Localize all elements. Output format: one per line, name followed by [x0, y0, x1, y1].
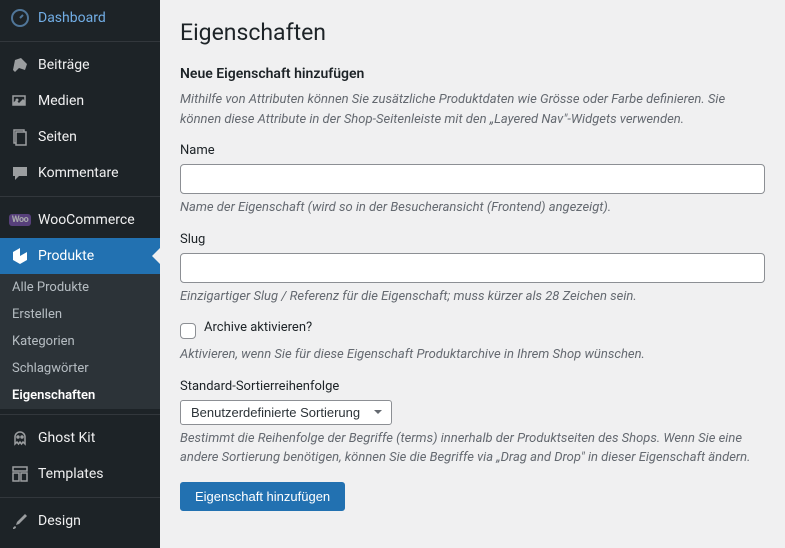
slug-input[interactable] — [180, 253, 765, 283]
sort-help: Bestimmt die Reihenfolge der Begriffe (t… — [180, 429, 765, 468]
dashboard-icon — [10, 8, 30, 28]
sidebar-item-appearance[interactable]: Design — [0, 503, 160, 539]
menu-label: Templates — [38, 466, 104, 482]
sidebar-item-comments[interactable]: Kommentare — [0, 155, 160, 191]
menu-label: Design — [38, 513, 81, 529]
submenu-products: Alle Produkte Erstellen Kategorien Schla… — [0, 274, 160, 409]
templates-icon — [10, 464, 30, 484]
main-content: Eigenschaften Neue Eigenschaft hinzufüge… — [160, 0, 785, 548]
admin-sidebar: Dashboard Beiträge Medien Seiten Komment… — [0, 0, 160, 548]
field-name: Name Name der Eigenschaft (wird so in de… — [180, 143, 765, 218]
field-slug: Slug Einzigartiger Slug / Referenz für d… — [180, 232, 765, 307]
submenu-item-all-products[interactable]: Alle Produkte — [0, 274, 160, 301]
menu-label: Ghost Kit — [38, 430, 95, 446]
menu-label: Produkte — [38, 248, 94, 264]
sidebar-item-media[interactable]: Medien — [0, 83, 160, 119]
menu-label: Beiträge — [38, 57, 90, 73]
name-help: Name der Eigenschaft (wird so in der Bes… — [180, 198, 765, 218]
sidebar-item-dashboard[interactable]: Dashboard — [0, 0, 160, 36]
name-input[interactable] — [180, 164, 765, 194]
field-archive: Archive aktivieren? Aktivieren, wenn Sie… — [180, 320, 765, 365]
slug-help: Einzigartiger Slug / Referenz für die Ei… — [180, 287, 765, 307]
submenu-item-create[interactable]: Erstellen — [0, 301, 160, 328]
submit-button[interactable]: Eigenschaft hinzufügen — [180, 482, 345, 511]
menu-separator — [0, 196, 160, 197]
page-title: Eigenschaften — [180, 10, 765, 46]
field-sort: Standard-Sortierreihenfolge Benutzerdefi… — [180, 379, 765, 468]
media-icon — [10, 91, 30, 111]
comment-icon — [10, 163, 30, 183]
pin-icon — [10, 55, 30, 75]
woocommerce-icon: Woo — [10, 210, 30, 230]
menu-separator — [0, 41, 160, 42]
name-label: Name — [180, 143, 765, 158]
brush-icon — [10, 511, 30, 531]
menu-separator — [0, 414, 160, 415]
submenu-item-categories[interactable]: Kategorien — [0, 328, 160, 355]
archive-help: Aktivieren, wenn Sie für diese Eigenscha… — [180, 345, 765, 365]
sidebar-item-products[interactable]: Produkte — [0, 238, 160, 274]
section-heading: Neue Eigenschaft hinzufügen — [180, 66, 765, 82]
submenu-item-attributes[interactable]: Eigenschaften — [0, 382, 160, 409]
pages-icon — [10, 127, 30, 147]
archive-label: Archive aktivieren? — [204, 320, 312, 335]
menu-label: Medien — [38, 93, 84, 109]
sidebar-item-ghostkit[interactable]: Ghost Kit — [0, 420, 160, 456]
product-icon — [10, 246, 30, 266]
menu-label: Dashboard — [38, 10, 106, 26]
sort-select[interactable]: Benutzerdefinierte Sortierung — [180, 400, 392, 425]
sidebar-item-pages[interactable]: Seiten — [0, 119, 160, 155]
slug-label: Slug — [180, 232, 765, 247]
menu-label: Kommentare — [38, 165, 119, 181]
ghost-icon — [10, 428, 30, 448]
archive-checkbox[interactable] — [180, 323, 196, 339]
sidebar-item-posts[interactable]: Beiträge — [0, 47, 160, 83]
menu-separator — [0, 497, 160, 498]
submenu-item-tags[interactable]: Schlagwörter — [0, 355, 160, 382]
sidebar-item-templates[interactable]: Templates — [0, 456, 160, 492]
section-description: Mithilfe von Attributen können Sie zusät… — [180, 90, 765, 129]
sidebar-item-woocommerce[interactable]: Woo WooCommerce — [0, 202, 160, 238]
sort-label: Standard-Sortierreihenfolge — [180, 379, 765, 394]
menu-label: Seiten — [38, 129, 77, 145]
menu-label: WooCommerce — [38, 212, 135, 228]
